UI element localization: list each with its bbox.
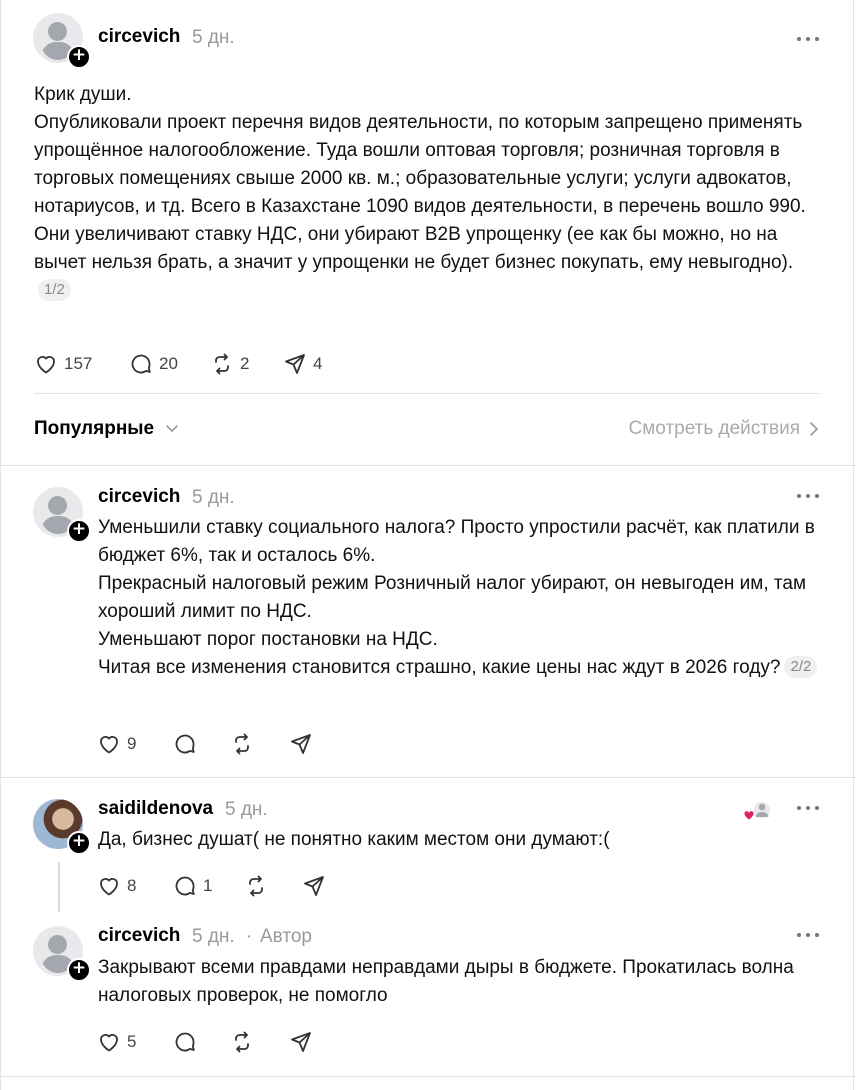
share-icon <box>304 876 324 896</box>
like-count: 9 <box>127 734 137 753</box>
more-icon[interactable] <box>797 933 821 939</box>
reply-text: Да, бизнес душат( не понятно каким место… <box>98 829 610 850</box>
share-icon <box>291 1032 311 1052</box>
avatar[interactable]: + <box>33 13 91 69</box>
heart-icon <box>37 356 55 374</box>
like-count: 5 <box>127 1032 137 1051</box>
reply-time[interactable]: 5 дн. <box>225 799 268 821</box>
sort-dropdown[interactable]: Популярные <box>34 418 154 440</box>
like-count: 157 <box>64 354 93 373</box>
repost-button[interactable] <box>230 1030 254 1054</box>
share-count: 4 <box>313 354 323 373</box>
author-liked-icon <box>743 800 772 821</box>
like-button[interactable]: 9 <box>97 732 136 756</box>
avatar[interactable]: + <box>33 487 91 543</box>
repost-count: 2 <box>240 354 250 373</box>
post-time[interactable]: 5 дн. <box>192 27 235 49</box>
share-button[interactable] <box>289 1030 313 1054</box>
reply-author[interactable]: circevich <box>98 925 180 947</box>
share-icon <box>291 734 311 754</box>
reply-button[interactable] <box>173 732 197 756</box>
reply-body: Уменьшили ставку социального налога? Про… <box>98 514 828 682</box>
share-icon <box>285 354 305 374</box>
more-icon[interactable] <box>797 806 821 812</box>
reply-button[interactable] <box>173 1030 197 1054</box>
comment-icon <box>175 876 195 896</box>
reply-button[interactable]: 20 <box>129 352 178 376</box>
follow-plus-icon[interactable]: + <box>67 958 91 982</box>
chevron-down-icon[interactable] <box>164 420 180 436</box>
repost-icon <box>235 733 249 755</box>
repost-icon <box>215 353 229 375</box>
like-count: 8 <box>127 876 137 895</box>
repost-icon <box>235 1031 249 1053</box>
repost-button[interactable]: 2 <box>210 352 249 376</box>
follow-plus-icon[interactable]: + <box>67 45 91 69</box>
share-button[interactable]: 4 <box>283 352 322 376</box>
like-button[interactable]: 157 <box>34 352 92 376</box>
thread-line <box>58 862 60 912</box>
avatar[interactable]: + <box>33 799 91 855</box>
share-button[interactable] <box>289 732 313 756</box>
reply-count: 1 <box>203 876 213 895</box>
view-actions-link[interactable]: Смотреть действия <box>629 418 800 440</box>
chevron-right-icon[interactable] <box>808 420 820 438</box>
reply-count: 20 <box>159 354 178 373</box>
follow-plus-icon[interactable]: + <box>67 831 91 855</box>
share-button[interactable] <box>302 874 326 898</box>
divider <box>0 1076 856 1077</box>
author-badge: Автор <box>260 926 312 947</box>
reply-author[interactable]: saidildenova <box>98 798 213 820</box>
reply-time[interactable]: 5 дн. <box>192 487 235 509</box>
avatar[interactable]: + <box>33 926 91 982</box>
reply-author[interactable]: circevich <box>98 486 180 508</box>
divider <box>34 393 820 394</box>
heart-icon <box>100 736 118 754</box>
heart-icon <box>100 1034 118 1052</box>
divider <box>0 465 856 466</box>
post-body: Крик души. Опубликовали проект перечня в… <box>34 81 824 305</box>
repost-icon <box>249 875 263 897</box>
meta-separator: · <box>246 926 253 947</box>
reply-text: Уменьшили ставку социального налога? Про… <box>98 517 815 678</box>
reply-text: Закрывают всеми правдами неправдами дыры… <box>98 957 794 1006</box>
like-button[interactable]: 8 <box>97 874 136 898</box>
repost-button[interactable] <box>230 732 254 756</box>
repost-button[interactable] <box>244 874 268 898</box>
reply-button[interactable]: 1 <box>173 874 212 898</box>
reply-pager: 2/2 <box>784 656 818 678</box>
more-icon[interactable] <box>797 37 821 43</box>
comment-icon <box>175 734 195 754</box>
post-text: Крик души. Опубликовали проект перечня в… <box>34 84 806 273</box>
reply-time[interactable]: 5 дн. <box>192 926 235 948</box>
more-icon[interactable] <box>797 494 821 500</box>
like-button[interactable]: 5 <box>97 1030 136 1054</box>
heart-icon <box>100 878 118 896</box>
comment-icon <box>131 354 151 374</box>
follow-plus-icon[interactable]: + <box>67 519 91 543</box>
post-author[interactable]: circevich <box>98 26 180 48</box>
comment-icon <box>175 1032 195 1052</box>
divider <box>0 777 856 778</box>
post-pager: 1/2 <box>38 279 71 301</box>
